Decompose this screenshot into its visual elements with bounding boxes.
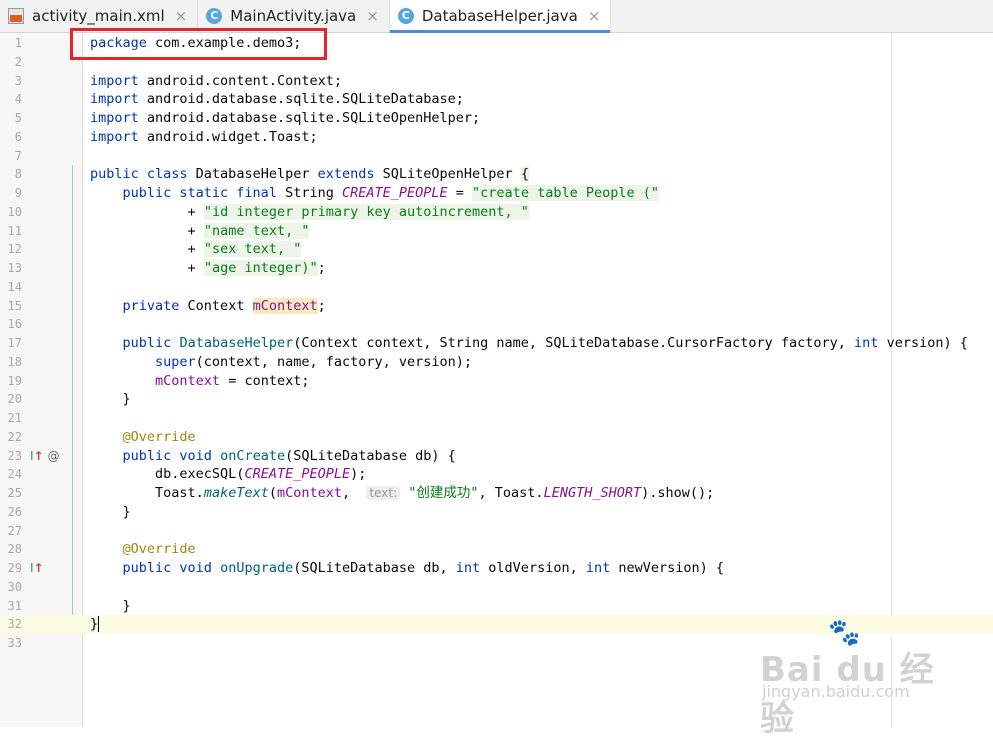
java-class-icon: C xyxy=(397,8,414,24)
line-number: 32 xyxy=(7,617,22,632)
code-line: 21 xyxy=(0,409,993,428)
line-number: 4 xyxy=(14,92,22,107)
code-line: 10 + "id integer primary key autoincreme… xyxy=(0,203,993,222)
xml-file-icon xyxy=(8,8,24,24)
line-number: 18 xyxy=(7,354,22,369)
line-number: 23 xyxy=(7,448,22,463)
line-number: 27 xyxy=(7,523,22,538)
line-number: 2 xyxy=(14,54,22,69)
red-highlight-box xyxy=(70,28,327,60)
line-number: 10 xyxy=(7,204,22,219)
code-line: 8 public class DatabaseHelper extends SQL… xyxy=(0,165,993,184)
code-line: 17 public DatabaseHelper(Context context… xyxy=(0,334,993,353)
code-line: 24 db.execSQL(CREATE_PEOPLE); xyxy=(0,465,993,484)
line-number: 8 xyxy=(14,167,22,182)
code-line: 28 @Override xyxy=(0,540,993,559)
line-number: 30 xyxy=(7,579,22,594)
code-line: 25 Toast.makeText(mContext, text: "创建成功"… xyxy=(0,484,993,503)
implements-method-icon[interactable]: I↑ @ xyxy=(30,447,60,466)
line-number: 22 xyxy=(7,429,22,444)
code-line: 29 I↑ public void onUpgrade(SQLiteDatabas… xyxy=(0,559,993,578)
close-icon[interactable]: × xyxy=(588,7,601,25)
code-line: 30 xyxy=(0,578,993,597)
parameter-hint: text: xyxy=(366,486,401,500)
line-number: 28 xyxy=(7,542,22,557)
line-number: 26 xyxy=(7,504,22,519)
line-number: 21 xyxy=(7,411,22,425)
line-number: 5 xyxy=(14,111,22,125)
code-line: 4 import android.database.sqlite.SQLiteDa… xyxy=(0,90,993,109)
baidu-watermark: 🐾 Bai du 经验 jingyan.baidu.com xyxy=(760,618,960,739)
line-number: 11 xyxy=(7,223,22,238)
override-icon: @ xyxy=(47,448,60,463)
line-number: 24 xyxy=(7,467,22,482)
code-line: 20 } xyxy=(0,390,993,409)
line-number: 14 xyxy=(7,279,22,294)
code-line: 26 } xyxy=(0,503,993,522)
line-number: 29 xyxy=(7,561,22,575)
code-line: 12 + "sex text, " xyxy=(0,240,993,259)
tab-label: DatabaseHelper.java xyxy=(421,7,578,25)
code-line: 19 mContext = context; xyxy=(0,372,993,391)
line-number: 25 xyxy=(7,486,22,500)
implements-method-icon[interactable]: I↑ xyxy=(30,559,44,578)
line-number: 31 xyxy=(7,598,22,613)
code-line: 11 + "name text, " xyxy=(0,222,993,241)
close-icon[interactable]: × xyxy=(175,7,188,25)
code-line: 7 xyxy=(0,147,993,166)
line-number: 1 xyxy=(14,36,22,50)
code-editor[interactable]: 1 package com.example.demo3; 2 3 import an… xyxy=(0,34,993,653)
line-number: 6 xyxy=(14,129,22,144)
close-icon[interactable]: × xyxy=(366,7,379,25)
line-number: 17 xyxy=(7,336,22,350)
line-number: 19 xyxy=(7,373,22,388)
line-number: 12 xyxy=(7,242,22,257)
code-line: 31 } xyxy=(0,597,993,616)
code-line: 3 import android.content.Context; xyxy=(0,72,993,91)
line-number: 13 xyxy=(7,261,22,275)
line-number: 9 xyxy=(14,186,22,200)
line-number: 15 xyxy=(7,298,22,313)
code-line: 5 import android.database.sqlite.SQLiteOp… xyxy=(0,109,993,128)
code-line: 22 @Override xyxy=(0,428,993,447)
line-number: 3 xyxy=(14,73,22,88)
code-line: 16 xyxy=(0,315,993,334)
line-number: 7 xyxy=(14,148,22,163)
tab-database-helper-java[interactable]: C DatabaseHelper.java × xyxy=(389,0,612,33)
line-number: 20 xyxy=(7,392,22,407)
code-line: 6 import android.widget.Toast; xyxy=(0,128,993,147)
watermark-url: jingyan.baidu.com xyxy=(762,682,910,701)
code-line: 9 public static final String CREATE_PEOP… xyxy=(0,184,993,203)
java-class-icon: C xyxy=(206,8,223,24)
code-line: 14 xyxy=(0,278,993,297)
tab-label: MainActivity.java xyxy=(230,7,357,25)
tab-label: activity_main.xml xyxy=(32,7,165,25)
code-line: 15 private Context mContext; xyxy=(0,297,993,316)
text-caret xyxy=(98,616,100,633)
code-line: 18 super(context, name, factory, version… xyxy=(0,353,993,372)
line-number: 33 xyxy=(7,636,22,650)
code-line: 23 I↑ @ public void onCreate(SQLiteDatabas… xyxy=(0,447,993,466)
code-line: 27 xyxy=(0,522,993,541)
code-line: 13 + "age integer)"; xyxy=(0,259,993,278)
line-number: 16 xyxy=(7,317,22,332)
